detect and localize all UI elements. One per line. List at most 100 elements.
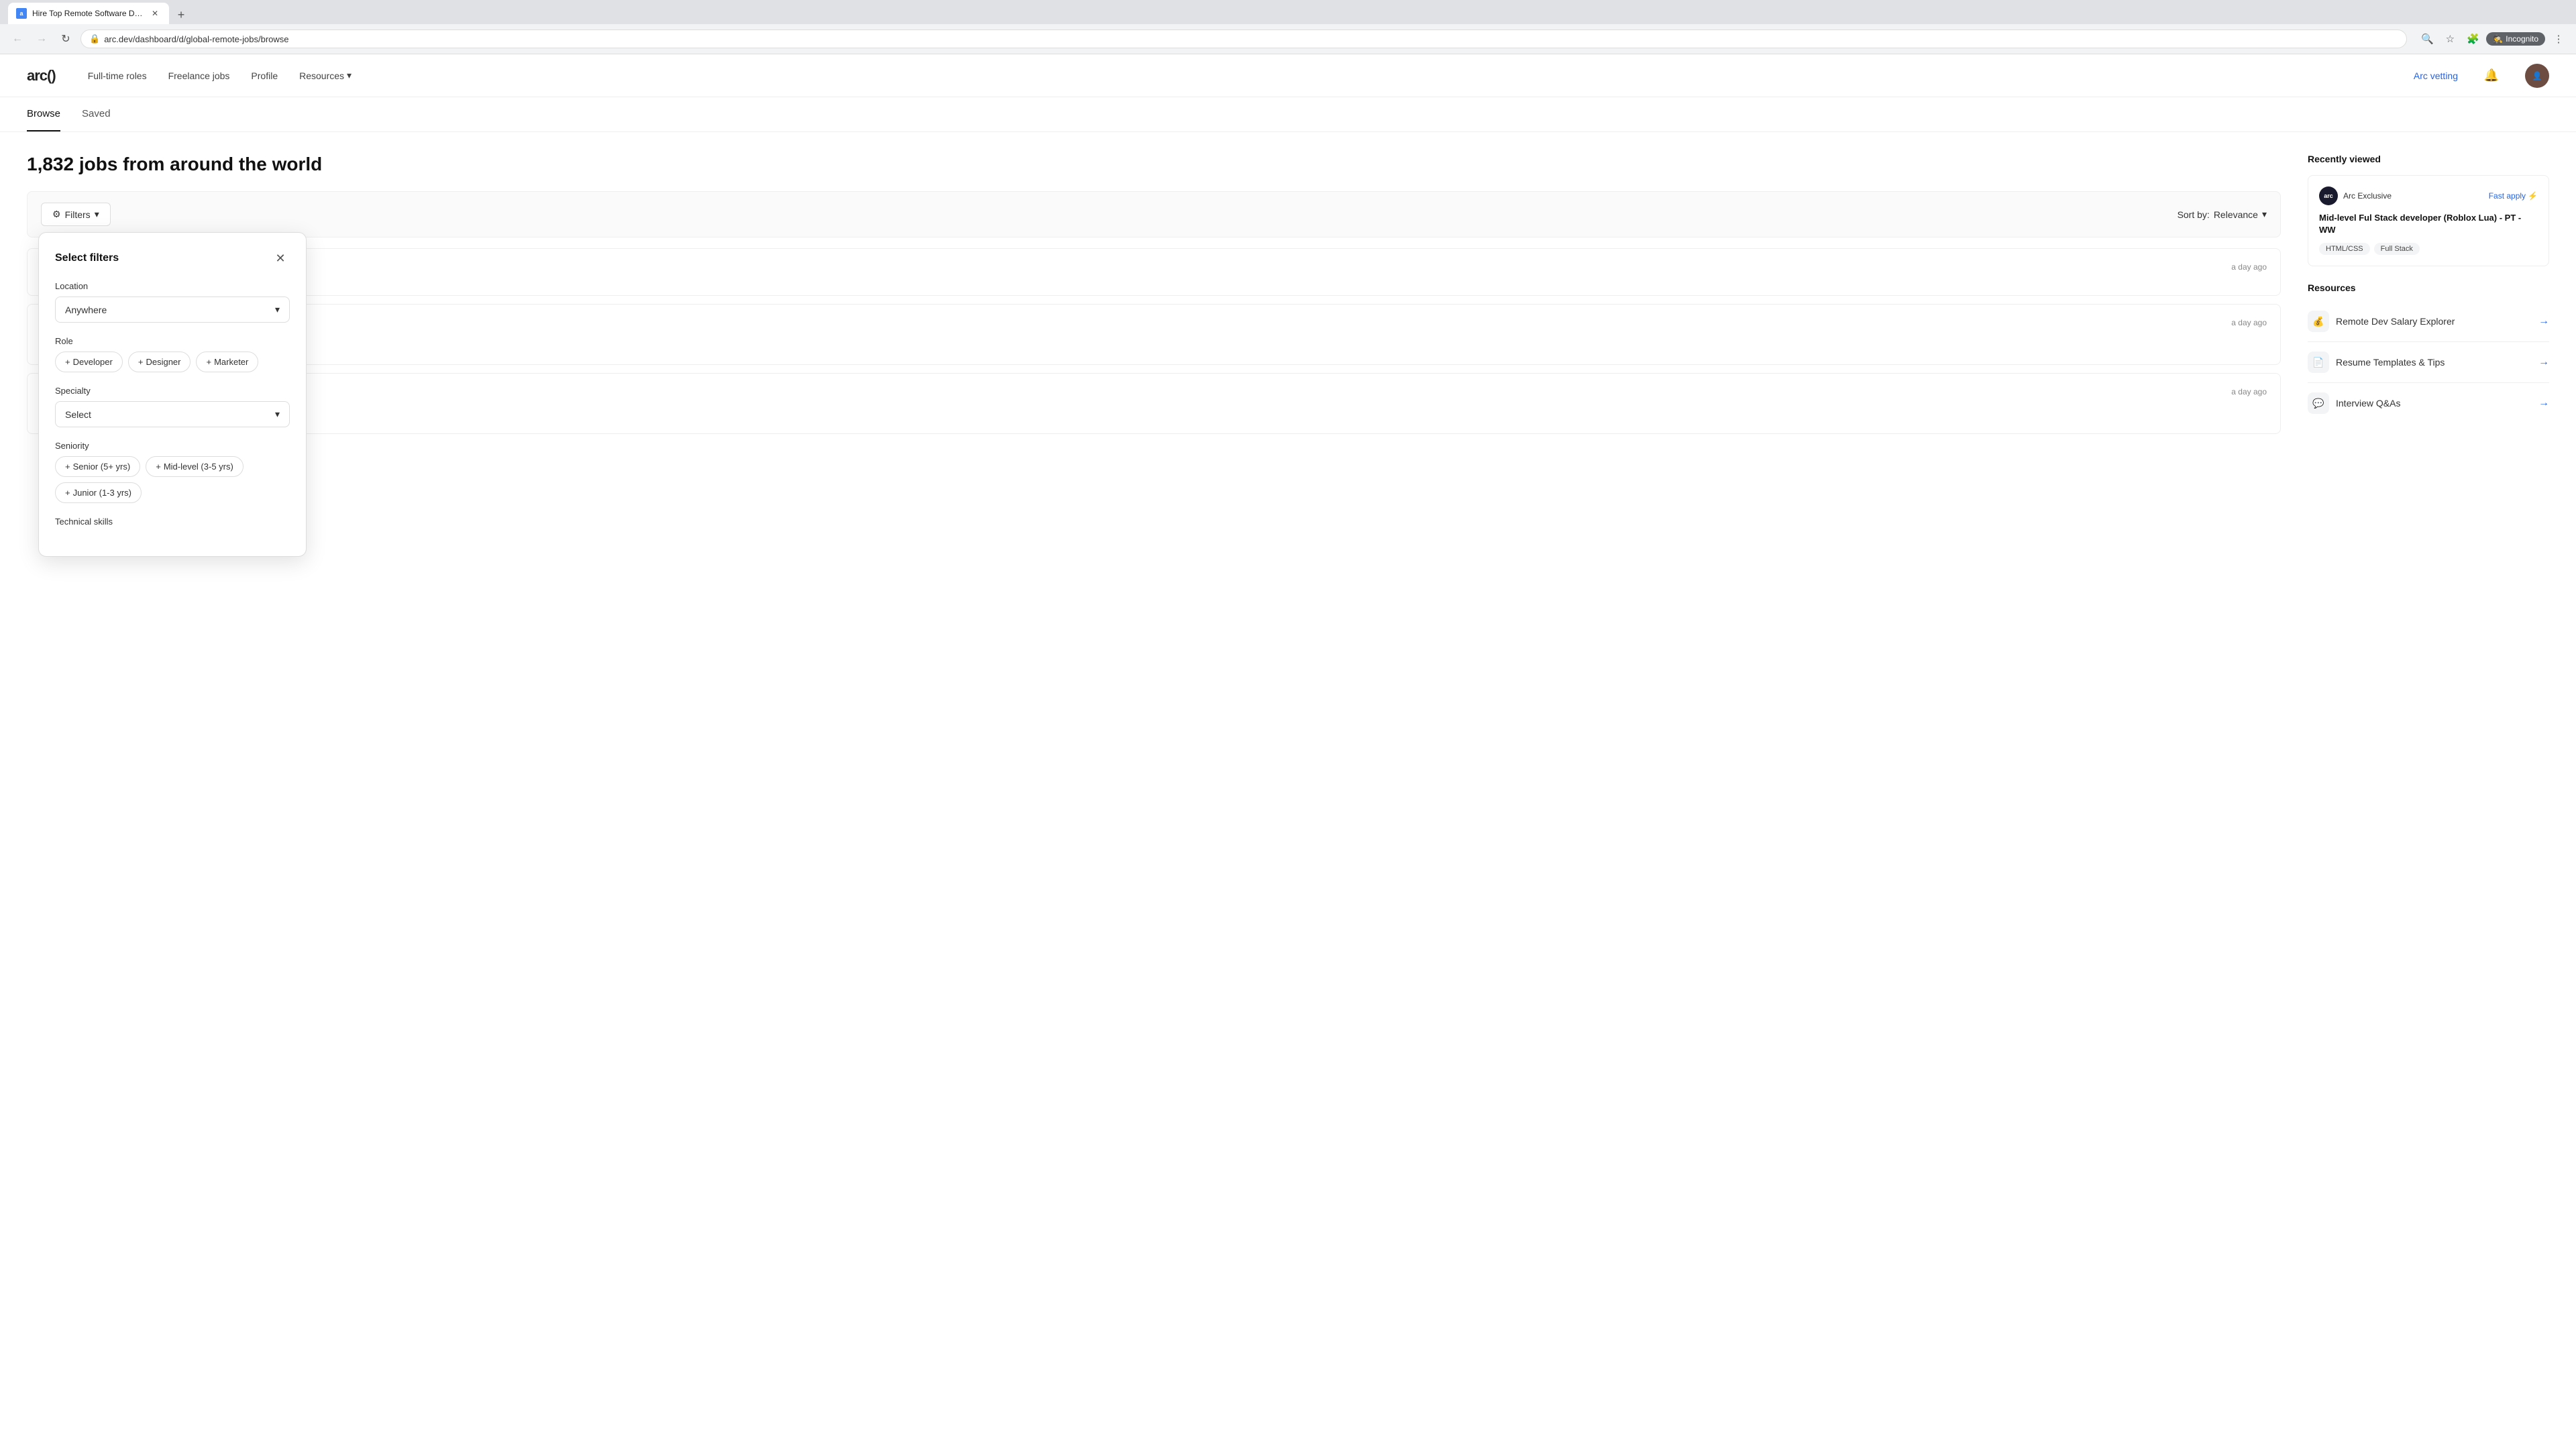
recently-viewed-title: Recently viewed	[2308, 154, 2549, 164]
search-icon-btn[interactable]: 🔍	[2418, 30, 2436, 48]
plus-icon: +	[65, 488, 70, 498]
incognito-label: Incognito	[2506, 34, 2538, 44]
filter-dropdown: Select filters ✕ Location Anywhere ▾ Rol…	[38, 232, 307, 557]
specialty-label: Specialty	[55, 386, 290, 396]
address-bar[interactable]: 🔒 arc.dev/dashboard/d/global-remote-jobs…	[80, 30, 2407, 48]
job-card-2-time: a day ago	[2231, 318, 2267, 327]
left-column: 1,832 jobs from around the world ⚙ Filte…	[27, 154, 2281, 442]
role-chips: + Developer + Designer + Marketer	[55, 352, 290, 372]
notifications-button[interactable]: 🔔	[2479, 64, 2504, 88]
resume-icon: 📄	[2308, 352, 2329, 373]
resource-resume-templates[interactable]: 📄 Resume Templates & Tips →	[2308, 342, 2549, 383]
specialty-dropdown[interactable]: Select ▾	[55, 401, 290, 427]
seniority-chip-midlevel[interactable]: + Mid-level (3-5 yrs)	[146, 456, 244, 477]
fast-apply-button[interactable]: Fast apply ⚡	[2489, 191, 2538, 201]
tab-favicon: a	[16, 8, 27, 19]
interview-qa-arrow-icon: →	[2538, 397, 2549, 409]
sort-by-control[interactable]: Sort by: Relevance ▾	[2178, 209, 2267, 220]
resources-title: Resources	[2308, 282, 2549, 293]
navbar: arc() Full-time roles Freelance jobs Pro…	[0, 54, 2576, 97]
bookmark-icon-btn[interactable]: ☆	[2440, 30, 2459, 48]
location-dropdown[interactable]: Anywhere ▾	[55, 297, 290, 323]
tab-saved[interactable]: Saved	[82, 97, 111, 131]
seniority-chip-senior[interactable]: + Senior (5+ yrs)	[55, 456, 140, 477]
resource-left-3: 💬 Interview Q&As	[2308, 392, 2400, 414]
right-column: Recently viewed arc Arc Exclusive Fast a…	[2308, 154, 2549, 442]
more-options-btn[interactable]: ⋮	[2549, 30, 2568, 48]
back-button[interactable]: ←	[8, 30, 27, 48]
interview-icon: 💬	[2308, 392, 2329, 414]
seniority-section: Seniority + Senior (5+ yrs) + Mid-level …	[55, 441, 290, 503]
arc-logo-small: arc	[2319, 186, 2338, 205]
job-preview-card[interactable]: arc Arc Exclusive Fast apply ⚡ Mid-level…	[2308, 175, 2549, 266]
nav-profile[interactable]: Profile	[251, 70, 278, 81]
nav-full-time-roles[interactable]: Full-time roles	[88, 70, 147, 81]
incognito-icon: 🕵️	[2493, 34, 2503, 44]
location-section: Location Anywhere ▾	[55, 281, 290, 323]
salary-explorer-arrow-icon: →	[2538, 315, 2549, 327]
fast-apply-label: Fast apply	[2489, 191, 2526, 201]
nav-resources[interactable]: Resources ▾	[299, 70, 352, 81]
seniority-label: Seniority	[55, 441, 290, 451]
specialty-chevron-icon: ▾	[275, 409, 280, 420]
role-chip-marketer[interactable]: + Marketer	[196, 352, 258, 372]
filters-button[interactable]: ⚙ Filters ▾	[41, 203, 111, 226]
filters-label: Filters	[65, 209, 91, 220]
logo[interactable]: arc()	[27, 67, 56, 85]
chevron-down-icon: ▾	[347, 70, 352, 81]
extensions-icon-btn[interactable]: 🧩	[2463, 30, 2482, 48]
job-card-1-time: a day ago	[2231, 262, 2267, 272]
browser-icons: 🔍 ☆ 🧩 🕵️ Incognito ⋮	[2418, 30, 2568, 48]
resume-templates-label: Resume Templates & Tips	[2336, 357, 2445, 368]
tab-title: Hire Top Remote Software Dev...	[32, 9, 144, 18]
avatar-initials: 👤	[2532, 71, 2542, 80]
salary-icon: 💰	[2308, 311, 2329, 332]
nav-freelance-jobs[interactable]: Freelance jobs	[168, 70, 230, 81]
reload-button[interactable]: ↻	[56, 30, 75, 48]
role-label: Role	[55, 336, 290, 346]
resource-left: 💰 Remote Dev Salary Explorer	[2308, 311, 2455, 332]
page-title: 1,832 jobs from around the world	[27, 154, 2281, 175]
job-card-2-header: ... a day ago	[41, 318, 2267, 332]
resource-salary-explorer[interactable]: 💰 Remote Dev Salary Explorer →	[2308, 301, 2549, 342]
job-preview-tags: HTML/CSS Full Stack	[2319, 243, 2538, 255]
page-tabs: Browse Saved	[0, 97, 2576, 132]
browser-chrome: a Hire Top Remote Software Dev... ✕ + ← …	[0, 0, 2576, 54]
lock-icon: 🔒	[89, 34, 100, 44]
technical-skills-label: Technical skills	[55, 517, 290, 527]
browser-toolbar: ← → ↻ 🔒 arc.dev/dashboard/d/global-remot…	[0, 24, 2576, 54]
address-text: arc.dev/dashboard/d/global-remote-jobs/b…	[104, 34, 2398, 44]
job-card-3-tags: ration Network	[41, 407, 2267, 420]
avatar[interactable]: 👤	[2525, 64, 2549, 88]
filter-panel-title: Select filters	[55, 252, 119, 264]
resource-left-2: 📄 Resume Templates & Tips	[2308, 352, 2445, 373]
plus-icon: +	[65, 357, 70, 367]
plus-icon: +	[156, 462, 161, 472]
plus-icon: +	[138, 357, 144, 367]
job-card-2-tags: Algorithm Communication	[41, 337, 2267, 351]
job-card-3[interactable]: ...ve a day ago ration Network	[27, 373, 2281, 434]
filters-chevron-icon: ▾	[95, 209, 99, 220]
tab-close-button[interactable]: ✕	[149, 7, 161, 19]
job-card-1[interactable]: ...itive SoC a day ago	[27, 248, 2281, 296]
location-label: Location	[55, 281, 290, 291]
job-card-3-time: a day ago	[2231, 387, 2267, 396]
tab-browse[interactable]: Browse	[27, 97, 60, 131]
role-chip-developer[interactable]: + Developer	[55, 352, 123, 372]
resource-interview-qa[interactable]: 💬 Interview Q&As →	[2308, 383, 2549, 423]
job-card-2[interactable]: ... a day ago Algorithm Communication	[27, 304, 2281, 365]
incognito-badge: 🕵️ Incognito	[2486, 32, 2545, 46]
new-tab-button[interactable]: +	[172, 5, 191, 24]
plus-icon: +	[206, 357, 211, 367]
seniority-chip-junior[interactable]: + Junior (1-3 yrs)	[55, 482, 142, 503]
sort-chevron-icon: ▾	[2262, 209, 2267, 220]
location-value: Anywhere	[65, 305, 107, 315]
specialty-value: Select	[65, 409, 91, 420]
filter-close-button[interactable]: ✕	[271, 249, 290, 268]
forward-button[interactable]: →	[32, 30, 51, 48]
job-preview-tag-html: HTML/CSS	[2319, 243, 2370, 255]
interview-qa-label: Interview Q&As	[2336, 398, 2400, 409]
active-tab[interactable]: a Hire Top Remote Software Dev... ✕	[8, 3, 169, 24]
role-chip-designer[interactable]: + Designer	[128, 352, 191, 372]
arc-vetting-button[interactable]: Arc vetting	[2414, 70, 2458, 81]
